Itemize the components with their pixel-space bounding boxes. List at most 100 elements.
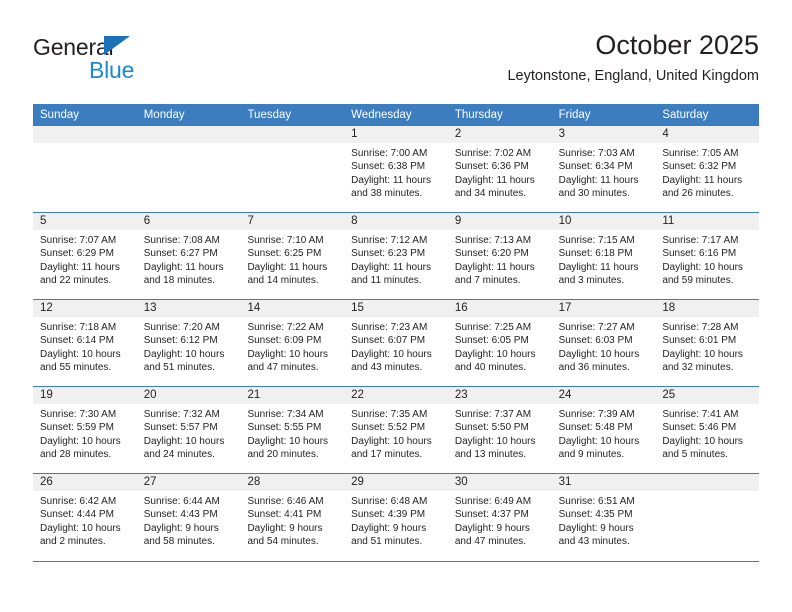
day-number: 13 [136, 300, 241, 317]
day-details: Sunrise: 6:46 AM Sunset: 4:41 PM Daylight:… [240, 491, 344, 549]
day-detail-line: Sunset: 5:59 PM [40, 422, 114, 434]
day-cell-10[interactable]: 10 Sunrise: 7:15 AM Sunset: 6:18 PM Dayligh… [551, 213, 656, 299]
day-detail-line: Daylight: 9 hours [143, 522, 219, 534]
day-cell-14[interactable]: 14 Sunrise: 7:22 AM Sunset: 6:09 PM Dayligh… [240, 300, 345, 386]
day-cell-30[interactable]: 30 Sunrise: 6:49 AM Sunset: 4:37 PM Dayligh… [447, 474, 552, 561]
day-number: 30 [447, 474, 552, 491]
day-detail-line: Sunrise: 7:15 AM [558, 235, 635, 246]
day-cell-27[interactable]: 27 Sunrise: 6:44 AM Sunset: 4:43 PM Dayligh… [136, 474, 241, 561]
day-detail-line: Daylight: 9 hours [558, 522, 634, 534]
calendar-week-row: 1 Sunrise: 7:00 AM Sunset: 6:38 PM Daylight… [33, 126, 760, 213]
day-detail-line: and 38 minutes. [351, 188, 423, 200]
day-details: Sunrise: 7:23 AM Sunset: 6:07 PM Daylight:… [344, 317, 448, 375]
day-cell-4[interactable]: 4 Sunrise: 7:05 AM Sunset: 6:32 PM Daylight… [655, 126, 760, 212]
day-details: Sunrise: 7:41 AM Sunset: 5:46 PM Daylight:… [655, 404, 759, 462]
day-cell-28[interactable]: 28 Sunrise: 6:46 AM Sunset: 4:41 PM Dayligh… [240, 474, 345, 561]
day-details: Sunrise: 6:44 AM Sunset: 4:43 PM Daylight:… [137, 491, 241, 549]
day-detail-line: Sunrise: 7:22 AM [247, 322, 324, 333]
day-detail-line: Sunset: 6:09 PM [247, 335, 322, 347]
day-detail-line: Daylight: 9 hours [454, 522, 530, 534]
day-detail-line: Daylight: 10 hours [351, 435, 432, 447]
day-cell-2[interactable]: 2 Sunrise: 7:02 AM Sunset: 6:36 PM Daylight… [447, 126, 552, 212]
day-number: 17 [551, 300, 656, 317]
day-cell-25[interactable]: 25 Sunrise: 7:41 AM Sunset: 5:46 PM Dayligh… [655, 387, 760, 473]
day-detail-line: Sunset: 6:05 PM [454, 335, 529, 347]
general-blue-logo[interactable]: General Blue [33, 34, 253, 90]
day-number: 8 [344, 213, 448, 230]
day-cell-9[interactable]: 9 Sunrise: 7:13 AM Sunset: 6:20 PM Daylight… [447, 213, 552, 299]
day-detail-line: Sunset: 6:12 PM [143, 335, 218, 347]
day-detail-line: Daylight: 9 hours [247, 522, 323, 534]
day-cell-13[interactable]: 13 Sunrise: 7:20 AM Sunset: 6:12 PM Dayligh… [136, 300, 241, 386]
day-cell-29[interactable]: 29 Sunrise: 6:48 AM Sunset: 4:39 PM Dayligh… [344, 474, 448, 561]
day-cell-22[interactable]: 22 Sunrise: 7:35 AM Sunset: 5:52 PM Dayligh… [344, 387, 448, 473]
day-detail-line: Sunrise: 7:25 AM [454, 322, 532, 333]
page-subtitle: Leytonstone, England, United Kingdom [507, 68, 759, 84]
day-number [240, 126, 345, 143]
day-cell-15[interactable]: 15 Sunrise: 7:23 AM Sunset: 6:07 PM Dayligh… [344, 300, 448, 386]
day-detail-line: Daylight: 10 hours [662, 348, 743, 360]
day-cell-23[interactable]: 23 Sunrise: 7:37 AM Sunset: 5:50 PM Dayligh… [447, 387, 552, 473]
day-number: 12 [33, 300, 137, 317]
day-cell-8[interactable]: 8 Sunrise: 7:12 AM Sunset: 6:23 PM Daylight… [344, 213, 448, 299]
day-number: 21 [240, 387, 345, 404]
page-title: October 2025 [595, 30, 759, 60]
day-detail-line: and 5 minutes. [662, 449, 728, 461]
day-cell-empty [655, 474, 760, 561]
day-cell-19[interactable]: 19 Sunrise: 7:30 AM Sunset: 5:59 PM Dayligh… [33, 387, 137, 473]
day-cell-5[interactable]: 5 Sunrise: 7:07 AM Sunset: 6:29 PM Daylight… [33, 213, 137, 299]
day-detail-line: Sunset: 6:38 PM [351, 161, 426, 173]
day-detail-line: and 47 minutes. [247, 362, 319, 374]
day-detail-line: and 55 minutes. [40, 362, 112, 374]
day-cell-26[interactable]: 26 Sunrise: 6:42 AM Sunset: 4:44 PM Dayligh… [33, 474, 137, 561]
day-detail-line: Sunset: 6:14 PM [40, 335, 114, 347]
day-cell-18[interactable]: 18 Sunrise: 7:28 AM Sunset: 6:01 PM Dayligh… [655, 300, 760, 386]
day-number: 18 [655, 300, 760, 317]
day-details: Sunrise: 7:22 AM Sunset: 6:09 PM Daylight:… [240, 317, 344, 375]
weekday-header-wednesday: Wednesday [351, 109, 412, 121]
day-cell-12[interactable]: 12 Sunrise: 7:18 AM Sunset: 6:14 PM Dayligh… [33, 300, 137, 386]
day-cell-31[interactable]: 31 Sunrise: 6:51 AM Sunset: 4:35 PM Dayligh… [551, 474, 656, 561]
day-details: Sunrise: 7:10 AM Sunset: 6:25 PM Daylight:… [240, 230, 344, 288]
day-cell-21[interactable]: 21 Sunrise: 7:34 AM Sunset: 5:55 PM Dayligh… [240, 387, 345, 473]
day-cell-24[interactable]: 24 Sunrise: 7:39 AM Sunset: 5:48 PM Dayligh… [551, 387, 656, 473]
day-detail-line: Sunrise: 7:00 AM [351, 148, 428, 159]
day-detail-line: and 2 minutes. [40, 536, 106, 548]
day-detail-line: Sunrise: 7:12 AM [351, 235, 428, 246]
day-detail-line: Sunrise: 7:34 AM [247, 409, 324, 420]
day-number: 3 [551, 126, 656, 143]
day-cell-11[interactable]: 11 Sunrise: 7:17 AM Sunset: 6:16 PM Dayligh… [655, 213, 760, 299]
day-number: 29 [344, 474, 448, 491]
day-cell-6[interactable]: 6 Sunrise: 7:08 AM Sunset: 6:27 PM Daylight… [136, 213, 241, 299]
day-detail-line: Sunset: 6:03 PM [558, 335, 633, 347]
day-details: Sunrise: 7:12 AM Sunset: 6:23 PM Daylight:… [344, 230, 448, 288]
day-number: 28 [240, 474, 345, 491]
day-detail-line: and 58 minutes. [143, 536, 215, 548]
day-detail-line: Sunset: 5:46 PM [662, 422, 737, 434]
day-cell-empty [33, 126, 137, 212]
day-cell-17[interactable]: 17 Sunrise: 7:27 AM Sunset: 6:03 PM Dayligh… [551, 300, 656, 386]
calendar-week-row: 19 Sunrise: 7:30 AM Sunset: 5:59 PM Dayligh… [33, 387, 760, 474]
day-detail-line: Daylight: 11 hours [40, 261, 120, 273]
day-detail-line: Daylight: 10 hours [558, 435, 640, 447]
day-detail-line: Sunset: 4:37 PM [454, 509, 529, 521]
day-cell-7[interactable]: 7 Sunrise: 7:10 AM Sunset: 6:25 PM Daylight… [240, 213, 345, 299]
day-detail-line: Daylight: 10 hours [454, 435, 536, 447]
day-detail-line: and 24 minutes. [143, 449, 215, 461]
day-cell-1[interactable]: 1 Sunrise: 7:00 AM Sunset: 6:38 PM Daylight… [344, 126, 448, 212]
day-detail-line: Sunrise: 7:23 AM [351, 322, 428, 333]
day-detail-line: Sunset: 5:52 PM [351, 422, 426, 434]
day-details: Sunrise: 7:25 AM Sunset: 6:05 PM Daylight:… [448, 317, 552, 375]
logo-triangle-icon [104, 36, 130, 55]
day-number: 10 [551, 213, 656, 230]
day-detail-line: Sunset: 6:36 PM [454, 161, 529, 173]
calendar-grid: Sunday Monday Tuesday Wednesday Thursday Frid… [33, 104, 760, 562]
day-details: Sunrise: 7:15 AM Sunset: 6:18 PM Daylight:… [552, 230, 656, 288]
day-detail-line: Daylight: 10 hours [351, 348, 432, 360]
day-cell-20[interactable]: 20 Sunrise: 7:32 AM Sunset: 5:57 PM Dayligh… [136, 387, 241, 473]
day-details: Sunrise: 7:17 AM Sunset: 6:16 PM Daylight:… [655, 230, 759, 288]
day-cell-16[interactable]: 16 Sunrise: 7:25 AM Sunset: 6:05 PM Dayligh… [447, 300, 552, 386]
day-details: Sunrise: 6:51 AM Sunset: 4:35 PM Daylight:… [552, 491, 656, 549]
day-detail-line: Daylight: 11 hours [351, 174, 432, 186]
day-cell-3[interactable]: 3 Sunrise: 7:03 AM Sunset: 6:34 PM Daylight… [551, 126, 656, 212]
